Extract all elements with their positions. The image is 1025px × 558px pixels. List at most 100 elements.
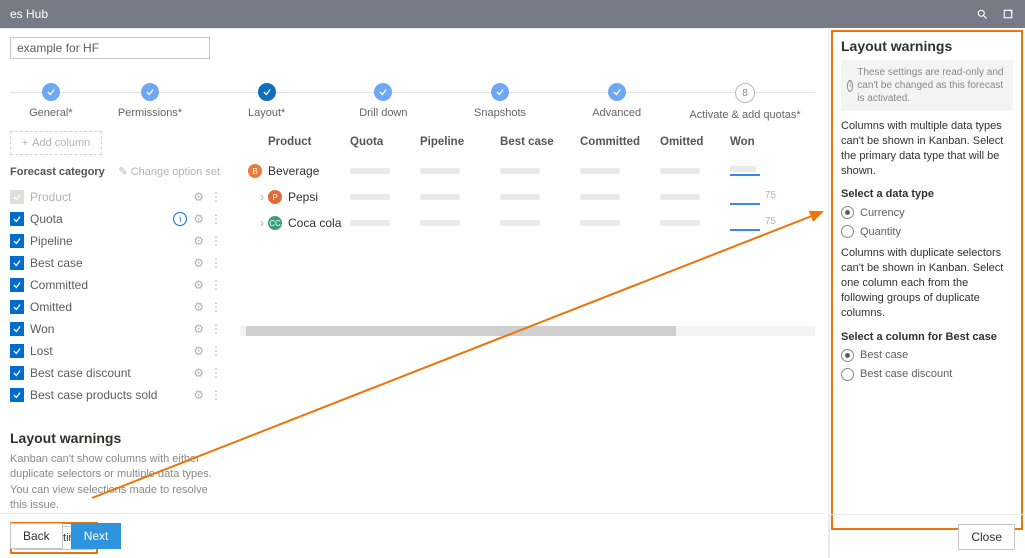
step-activate[interactable]: 8 Activate & add quotas*	[675, 83, 815, 121]
panel-footer: Close	[829, 514, 1025, 558]
panel-paragraph: Columns with duplicate selectors can't b…	[841, 246, 1013, 320]
radio-bestcase[interactable]: Best case	[841, 349, 1013, 362]
radio-bestcase-discount[interactable]: Best case discount	[841, 368, 1013, 381]
back-button[interactable]: Back	[10, 523, 63, 549]
panel-title: Layout warnings	[841, 38, 1013, 54]
forecast-config-pane: example for HF General* Permissions* Lay…	[0, 28, 825, 514]
checkbox-icon[interactable]	[10, 344, 24, 358]
more-icon[interactable]: ⋮	[210, 190, 220, 204]
col-header-pipeline[interactable]: Pipeline	[420, 136, 500, 148]
step-snapshots[interactable]: Snapshots	[442, 83, 559, 119]
next-button[interactable]: Next	[71, 523, 122, 549]
radio-currency[interactable]: Currency	[841, 206, 1013, 219]
layout-warnings-text: Kanban can't show columns with either du…	[10, 452, 220, 514]
column-item-product[interactable]: Product ⚙ ⋮	[10, 186, 220, 208]
forecast-name-value: example for HF	[17, 41, 99, 55]
change-option-set[interactable]: ✎ Change option set	[118, 165, 220, 178]
avatar: P	[268, 190, 282, 204]
column-item-bestcase-products[interactable]: Best case products sold ⚙ ⋮	[10, 384, 220, 406]
gear-icon[interactable]: ⚙	[193, 278, 204, 292]
table-row[interactable]: › P Pepsi 75	[240, 184, 815, 210]
forecast-columns-list: +Add column Forecast category ✎ Change o…	[10, 127, 220, 554]
step-general[interactable]: General*	[10, 83, 92, 119]
column-item-bestcase[interactable]: Best case ⚙ ⋮	[10, 252, 220, 274]
column-item-quota[interactable]: Quota i ⚙ ⋮	[10, 208, 220, 230]
checkbox-icon[interactable]	[10, 322, 24, 336]
column-item-won[interactable]: Won ⚙ ⋮	[10, 318, 220, 340]
radio-quantity[interactable]: Quantity	[841, 225, 1013, 238]
panel-paragraph: Columns with multiple data types can't b…	[841, 119, 1013, 178]
table-row[interactable]: B Beverage	[240, 158, 815, 184]
chevron-right-icon[interactable]: ›	[260, 190, 264, 204]
gear-icon[interactable]: ⚙	[193, 234, 204, 248]
col-header-omitted[interactable]: Omitted	[660, 136, 730, 148]
row-label: Coca cola	[288, 216, 341, 230]
more-icon[interactable]: ⋮	[210, 234, 220, 248]
col-header-committed[interactable]: Committed	[580, 136, 660, 148]
radio-icon	[841, 206, 854, 219]
column-item-omitted[interactable]: Omitted ⚙ ⋮	[10, 296, 220, 318]
gear-icon[interactable]: ⚙	[193, 322, 204, 336]
gear-icon[interactable]: ⚙	[193, 366, 204, 380]
row-label: Pepsi	[288, 190, 318, 204]
more-icon[interactable]: ⋮	[210, 300, 220, 314]
radio-icon	[841, 349, 854, 362]
checkbox-icon[interactable]	[10, 234, 24, 248]
search-icon[interactable]	[975, 7, 989, 21]
more-icon[interactable]: ⋮	[210, 212, 220, 226]
checkbox-icon[interactable]	[10, 300, 24, 314]
layout-warnings-panel: Layout warnings i These settings are rea…	[828, 28, 1025, 558]
select-data-type-heading: Select a data type	[841, 188, 1013, 200]
step-drilldown[interactable]: Drill down	[325, 83, 442, 119]
checkbox-icon[interactable]	[10, 256, 24, 270]
checkbox-icon[interactable]	[10, 212, 24, 226]
step-permissions[interactable]: Permissions*	[92, 83, 209, 119]
checkbox-icon[interactable]	[10, 388, 24, 402]
checkbox-icon[interactable]	[10, 190, 24, 204]
more-icon[interactable]: ⋮	[210, 366, 220, 380]
more-icon[interactable]: ⋮	[210, 256, 220, 270]
info-icon: i	[847, 80, 853, 92]
select-bestcase-heading: Select a column for Best case	[841, 331, 1013, 343]
forecast-category-title: Forecast category	[10, 166, 105, 178]
gear-icon[interactable]: ⚙	[193, 190, 204, 204]
gear-icon[interactable]: ⚙	[193, 388, 204, 402]
column-item-pipeline[interactable]: Pipeline ⚙ ⋮	[10, 230, 220, 252]
checkbox-icon[interactable]	[10, 366, 24, 380]
avatar: B	[248, 164, 262, 178]
step-advanced[interactable]: Advanced	[558, 83, 675, 119]
column-item-lost[interactable]: Lost ⚙ ⋮	[10, 340, 220, 362]
wizard-footer: Back Next	[0, 513, 825, 558]
checkbox-icon[interactable]	[10, 278, 24, 292]
more-icon[interactable]: ⋮	[210, 388, 220, 402]
radio-icon	[841, 368, 854, 381]
step-layout[interactable]: Layout*	[208, 83, 325, 119]
more-icon[interactable]: ⋮	[210, 344, 220, 358]
panel-info-banner: i These settings are read-only and can't…	[841, 60, 1013, 111]
column-item-committed[interactable]: Committed ⚙ ⋮	[10, 274, 220, 296]
row-label: Beverage	[268, 164, 319, 178]
gear-icon[interactable]: ⚙	[193, 300, 204, 314]
col-header-product[interactable]: Product	[240, 136, 350, 148]
col-header-bestcase[interactable]: Best case	[500, 136, 580, 148]
wizard-stepper: General* Permissions* Layout* Drill down…	[0, 65, 825, 127]
col-header-won[interactable]: Won	[730, 136, 780, 148]
info-icon[interactable]: i	[173, 212, 187, 226]
chevron-right-icon[interactable]: ›	[260, 216, 264, 230]
gear-icon[interactable]: ⚙	[193, 212, 204, 226]
app-title-bar: es Hub	[0, 0, 1025, 28]
horizontal-scrollbar[interactable]	[240, 326, 815, 336]
forecast-name-input[interactable]: example for HF	[10, 37, 210, 59]
radio-icon	[841, 225, 854, 238]
column-item-bestcase-discount[interactable]: Best case discount ⚙ ⋮	[10, 362, 220, 384]
more-icon[interactable]: ⋮	[210, 322, 220, 336]
close-button[interactable]: Close	[958, 524, 1015, 550]
gear-icon[interactable]: ⚙	[193, 256, 204, 270]
table-row[interactable]: › CC Coca cola 75	[240, 210, 815, 236]
more-icon[interactable]: ⋮	[210, 278, 220, 292]
col-header-quota[interactable]: Quota	[350, 136, 420, 148]
layout-warnings-heading: Layout warnings	[10, 430, 220, 446]
add-column-button[interactable]: +Add column	[10, 131, 102, 155]
gear-icon[interactable]: ⚙	[193, 344, 204, 358]
edit-icon[interactable]	[1001, 7, 1015, 21]
